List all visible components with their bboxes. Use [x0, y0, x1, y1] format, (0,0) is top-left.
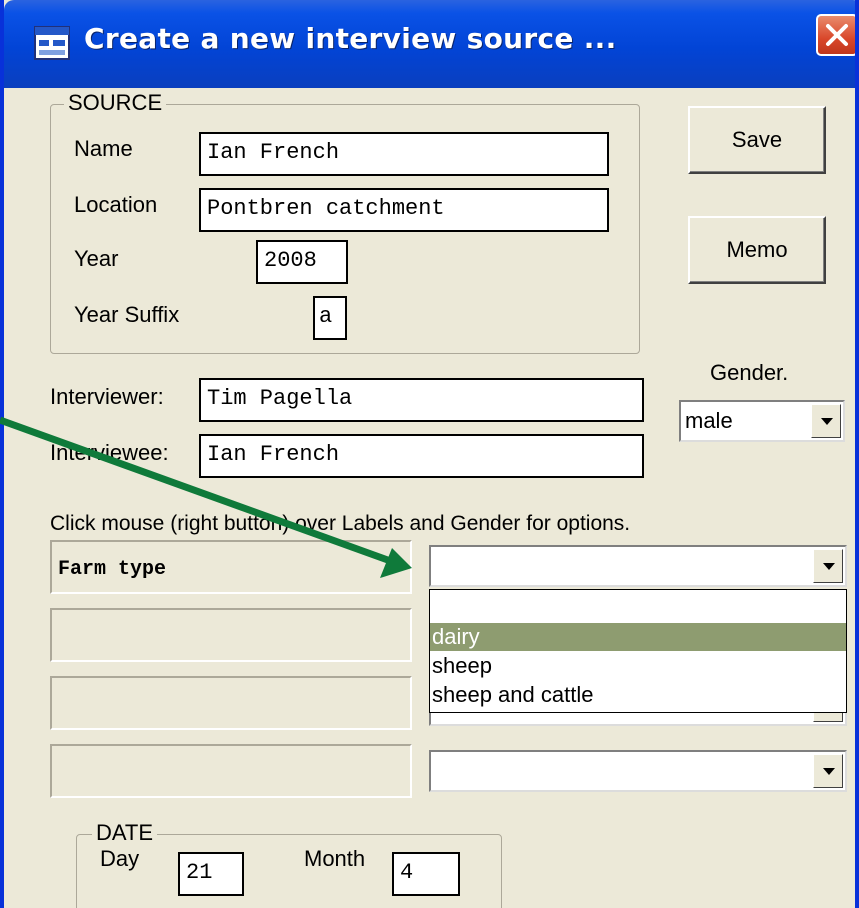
dialog-content: SOURCE Name Ian French Location Pontbren…	[4, 88, 855, 908]
label-box-1-text: Farm type	[58, 558, 167, 581]
title-bar[interactable]: Create a new interview source ...	[4, 0, 855, 88]
location-field[interactable]: Pontbren catchment	[199, 188, 609, 232]
location-label: Location	[74, 192, 158, 217]
dialog-window: Create a new interview source ... SOURCE…	[0, 0, 859, 908]
gender-value: male	[685, 408, 733, 433]
chevron-down-icon[interactable]	[813, 549, 843, 583]
app-icon	[34, 26, 70, 60]
label-select-4[interactable]	[429, 750, 847, 792]
year-field[interactable]: 2008	[256, 240, 348, 284]
name-field[interactable]: Ian French	[199, 132, 609, 176]
interviewer-field[interactable]: Tim Pagella	[199, 378, 644, 422]
year-suffix-field[interactable]: a	[313, 296, 347, 340]
gender-label: Gender.	[710, 360, 789, 385]
chevron-down-icon[interactable]	[813, 754, 843, 788]
window-title: Create a new interview source ...	[84, 22, 617, 55]
source-legend: SOURCE	[64, 90, 167, 116]
interviewer-label: Interviewer:	[50, 384, 164, 409]
day-label: Day	[100, 846, 140, 871]
dropdown-option[interactable]: sheep and cattle	[430, 681, 846, 709]
label-select-1[interactable]	[429, 545, 847, 587]
year-label: Year	[74, 246, 119, 271]
dropdown-option[interactable]: sheep	[430, 652, 846, 680]
label-box-4[interactable]	[50, 744, 412, 798]
label-box-2[interactable]	[50, 608, 412, 662]
close-icon	[826, 24, 848, 46]
hint-text: Click mouse (right button) over Labels a…	[50, 512, 631, 535]
label-box-1[interactable]: Farm type	[50, 540, 412, 594]
interviewee-label: Interviewee:	[50, 440, 169, 465]
interviewee-field[interactable]: Ian French	[199, 434, 644, 478]
gender-select[interactable]: male	[679, 400, 845, 442]
dropdown-option-highlighted[interactable]: dairy	[430, 623, 846, 651]
label-box-3[interactable]	[50, 676, 412, 730]
dropdown-option[interactable]	[430, 594, 846, 622]
date-legend: DATE	[92, 820, 158, 846]
day-field[interactable]: 21	[178, 852, 244, 896]
chevron-down-icon[interactable]	[811, 404, 841, 438]
month-label: Month	[304, 846, 366, 871]
memo-button[interactable]: Memo	[688, 216, 826, 284]
year-suffix-label: Year Suffix	[74, 302, 180, 327]
month-field[interactable]: 4	[392, 852, 460, 896]
save-button[interactable]: Save	[688, 106, 826, 174]
farm-type-dropdown-list[interactable]: dairy sheep sheep and cattle	[429, 589, 847, 713]
close-button[interactable]	[816, 14, 855, 56]
name-label: Name	[74, 136, 133, 161]
